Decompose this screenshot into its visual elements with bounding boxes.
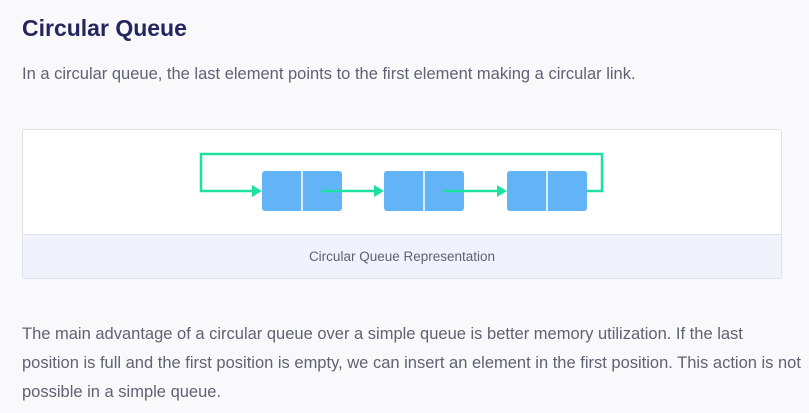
intro-text: In a circular queue, the last element po…: [22, 65, 636, 83]
circular-queue-svg: [199, 152, 604, 211]
queue-node-3: [507, 171, 587, 211]
section-heading: Circular Queue: [22, 15, 187, 41]
figure: Circular Queue Representation: [22, 129, 782, 279]
figure-caption: Circular Queue Representation: [23, 234, 781, 278]
body-paragraph: The main advantage of a circular queue o…: [22, 325, 801, 401]
circular-queue-diagram: [178, 130, 626, 234]
